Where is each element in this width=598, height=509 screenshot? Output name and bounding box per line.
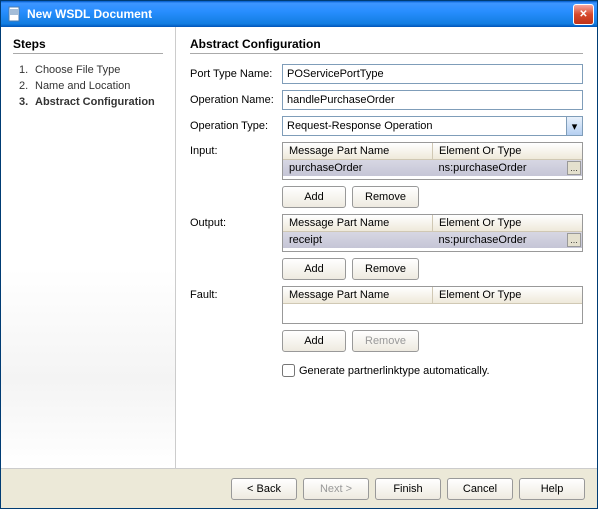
steps-list: 1.Choose File Type 2.Name and Location 3…: [13, 62, 163, 110]
divider: [190, 53, 583, 54]
dialog-window: New WSDL Document ✕ Steps 1.Choose File …: [0, 0, 598, 509]
output-add-button[interactable]: Add: [282, 258, 346, 280]
close-icon: ✕: [579, 9, 587, 20]
generate-plt-checkbox[interactable]: [282, 364, 295, 377]
main-heading: Abstract Configuration: [190, 37, 583, 51]
operation-type-label: Operation Type:: [190, 120, 282, 132]
fault-label: Fault:: [190, 286, 282, 352]
port-type-label: Port Type Name:: [190, 68, 282, 80]
fault-add-button[interactable]: Add: [282, 330, 346, 352]
next-button: Next >: [303, 478, 369, 500]
col-element-type: Element Or Type: [433, 215, 582, 231]
fault-section: Fault: Message Part Name Element Or Type…: [190, 286, 583, 352]
col-part-name: Message Part Name: [283, 287, 433, 303]
col-part-name: Message Part Name: [283, 215, 433, 231]
cell-part[interactable]: purchaseOrder: [283, 160, 433, 176]
generate-plt-row: Generate partnerlinktype automatically.: [282, 364, 583, 377]
fault-table: Message Part Name Element Or Type: [282, 286, 583, 324]
step-abstract-config: 3.Abstract Configuration: [19, 94, 163, 110]
input-table: Message Part Name Element Or Type purcha…: [282, 142, 583, 180]
chevron-down-icon[interactable]: ▾: [566, 117, 582, 135]
close-button[interactable]: ✕: [573, 4, 594, 25]
cell-type[interactable]: ns:purchaseOrder …: [433, 160, 583, 176]
divider: [13, 53, 163, 54]
output-table: Message Part Name Element Or Type receip…: [282, 214, 583, 252]
operation-type-value[interactable]: [282, 116, 583, 136]
generate-plt-label: Generate partnerlinktype automatically.: [299, 365, 490, 377]
table-row[interactable]: purchaseOrder ns:purchaseOrder …: [283, 160, 582, 176]
col-element-type: Element Or Type: [433, 287, 582, 303]
port-type-row: Port Type Name:: [190, 64, 583, 84]
input-section: Input: Message Part Name Element Or Type…: [190, 142, 583, 208]
operation-type-row: Operation Type: ▾: [190, 116, 583, 136]
output-remove-button[interactable]: Remove: [352, 258, 419, 280]
cell-type[interactable]: ns:purchaseOrder …: [433, 232, 583, 248]
steps-heading: Steps: [13, 37, 163, 51]
step-name-location: 2.Name and Location: [19, 78, 163, 94]
operation-name-label: Operation Name:: [190, 94, 282, 106]
operation-name-row: Operation Name:: [190, 90, 583, 110]
main-panel: Abstract Configuration Port Type Name: O…: [176, 27, 597, 468]
cancel-button[interactable]: Cancel: [447, 478, 513, 500]
operation-name-input[interactable]: [282, 90, 583, 110]
input-add-button[interactable]: Add: [282, 186, 346, 208]
table-header: Message Part Name Element Or Type: [283, 143, 582, 160]
input-label: Input:: [190, 142, 282, 208]
table-row[interactable]: receipt ns:purchaseOrder …: [283, 232, 582, 248]
table-header: Message Part Name Element Or Type: [283, 287, 582, 304]
empty-row: [283, 304, 582, 322]
steps-sidebar: Steps 1.Choose File Type 2.Name and Loca…: [1, 27, 176, 468]
table-header: Message Part Name Element Or Type: [283, 215, 582, 232]
output-label: Output:: [190, 214, 282, 280]
port-type-input[interactable]: [282, 64, 583, 84]
wsdl-document-icon: [7, 6, 23, 22]
input-remove-button[interactable]: Remove: [352, 186, 419, 208]
dialog-body: Steps 1.Choose File Type 2.Name and Loca…: [1, 27, 597, 468]
cell-part[interactable]: receipt: [283, 232, 433, 248]
col-part-name: Message Part Name: [283, 143, 433, 159]
window-title: New WSDL Document: [27, 7, 573, 21]
output-section: Output: Message Part Name Element Or Typ…: [190, 214, 583, 280]
fault-remove-button: Remove: [352, 330, 419, 352]
finish-button[interactable]: Finish: [375, 478, 441, 500]
help-button[interactable]: Help: [519, 478, 585, 500]
dialog-footer: < Back Next > Finish Cancel Help: [1, 468, 597, 508]
step-choose-file-type: 1.Choose File Type: [19, 62, 163, 78]
back-button[interactable]: < Back: [231, 478, 297, 500]
titlebar: New WSDL Document ✕: [1, 1, 597, 27]
col-element-type: Element Or Type: [433, 143, 582, 159]
browse-button[interactable]: …: [567, 161, 581, 175]
browse-button[interactable]: …: [567, 233, 581, 247]
operation-type-select[interactable]: ▾: [282, 116, 583, 136]
